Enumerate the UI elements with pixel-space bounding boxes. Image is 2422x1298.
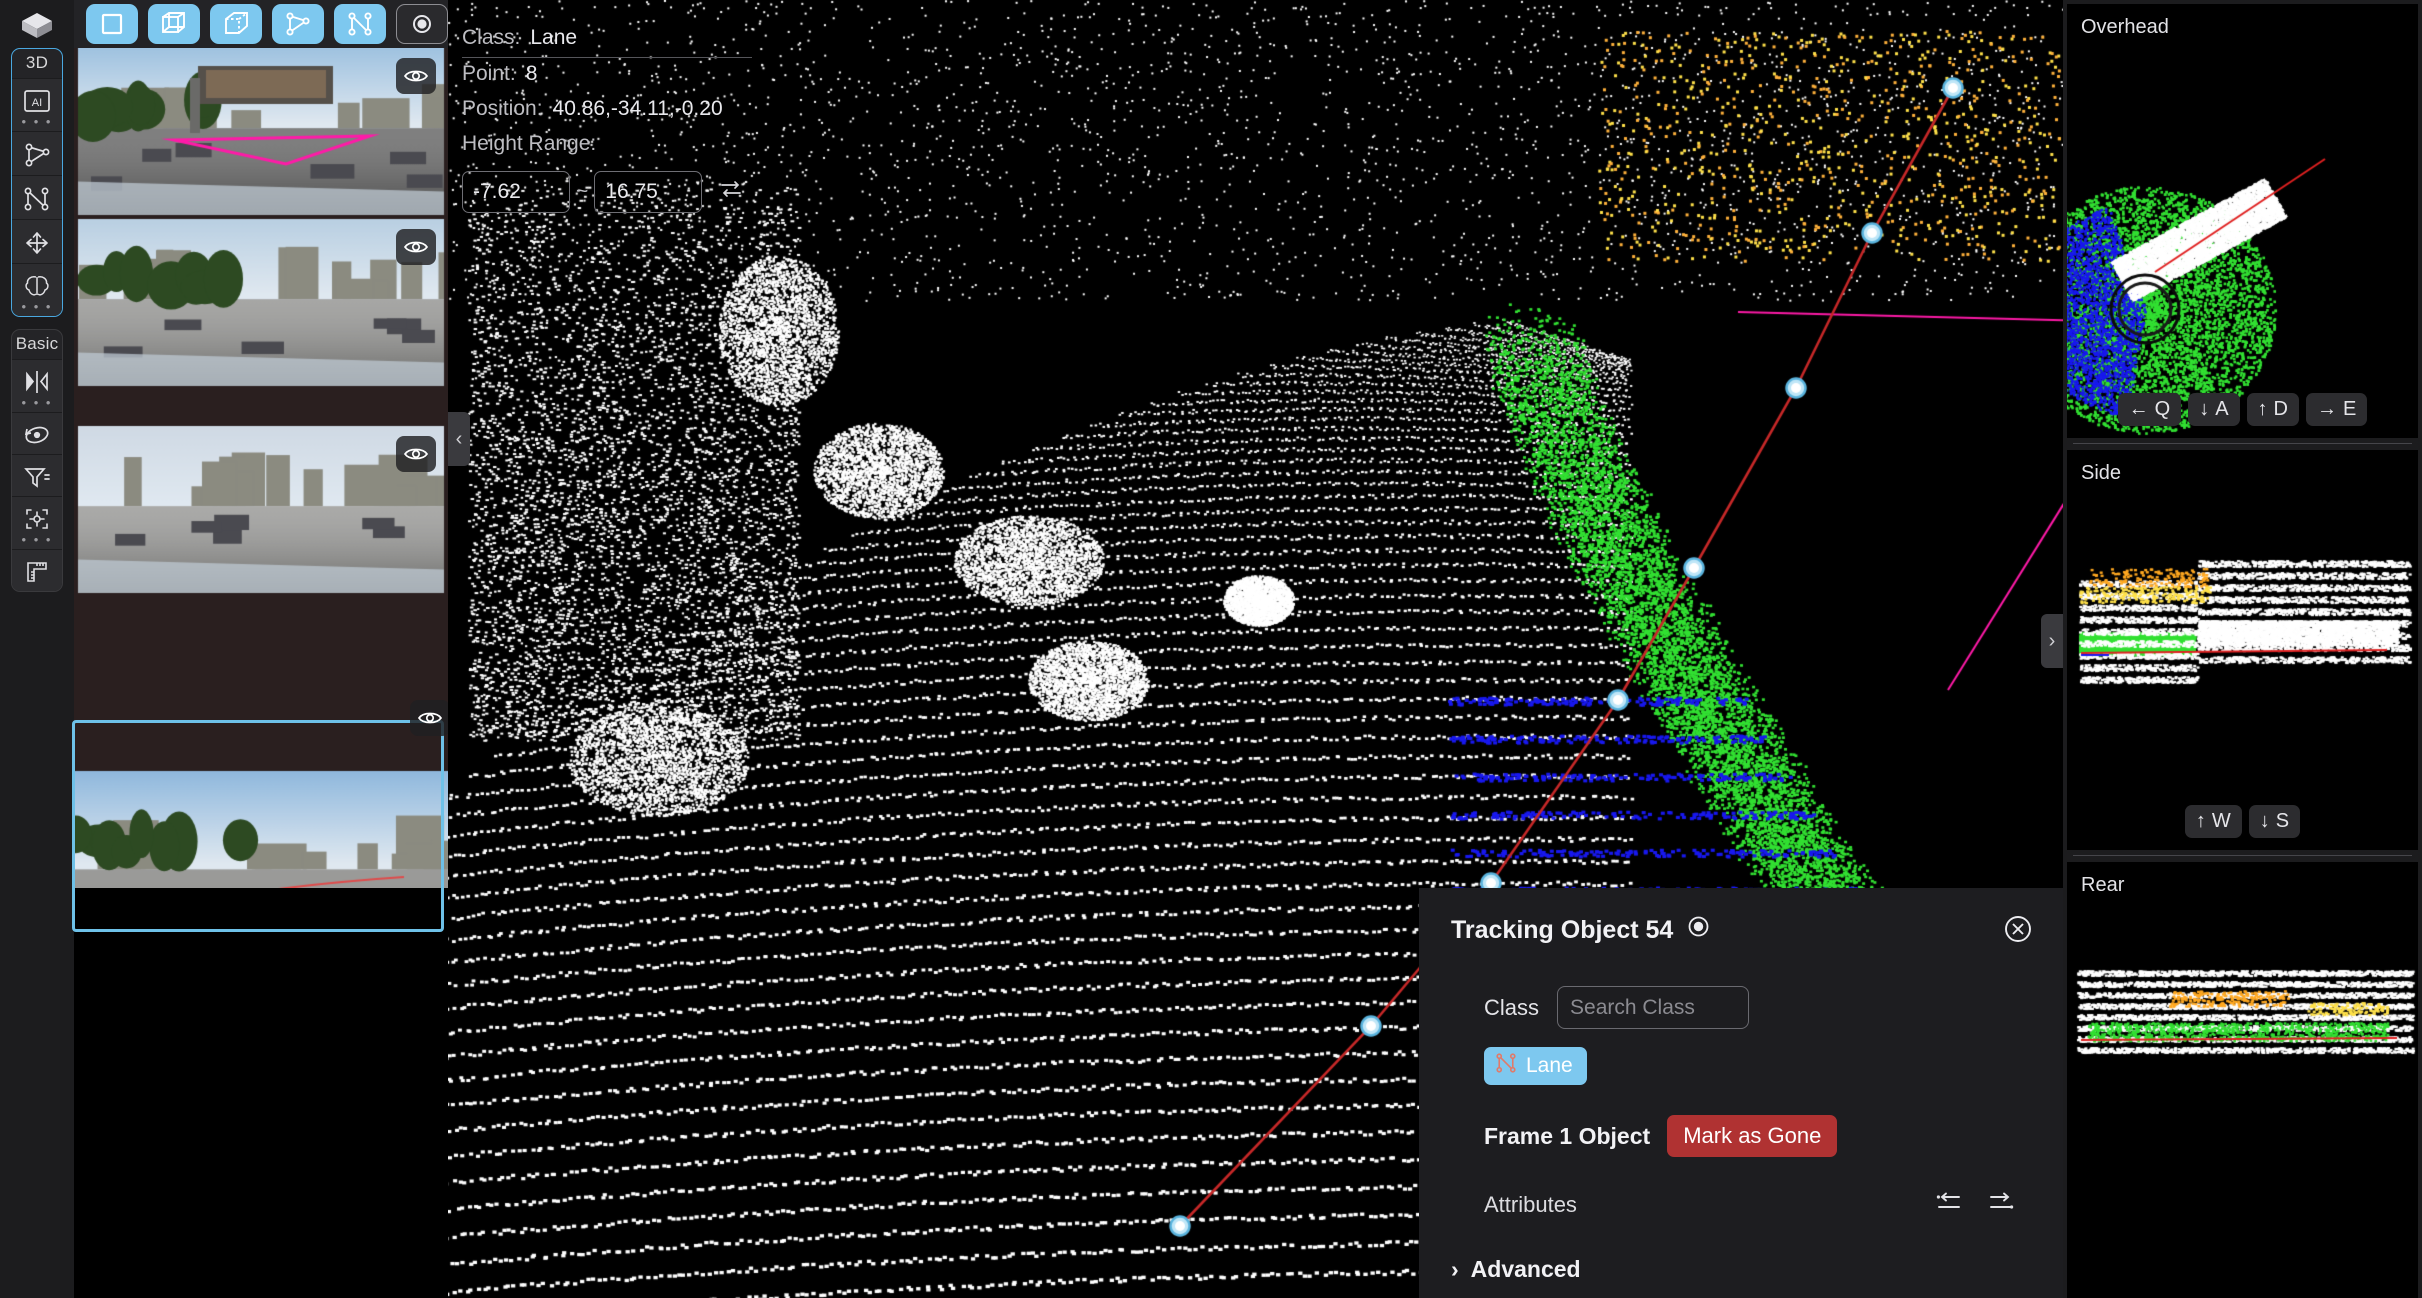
eye-icon[interactable] xyxy=(396,436,436,472)
selection-info-overlay: Class: Lane Point: 8 Position: 40.86,-34… xyxy=(462,22,752,213)
mark-as-gone-button[interactable]: Mark as Gone xyxy=(1667,1115,1838,1157)
camera-front-left[interactable] xyxy=(78,219,444,386)
rear-view-title: Rear xyxy=(2081,874,2125,896)
top-toolbar xyxy=(74,0,449,48)
eye-icon[interactable] xyxy=(410,700,450,736)
key-q[interactable]: ← Q xyxy=(2117,393,2182,426)
info-height-range-row: Height Range: xyxy=(462,128,752,163)
info-position-label: Position: xyxy=(462,97,543,120)
tool-polyline[interactable] xyxy=(333,4,386,44)
class-chip-label: Lane xyxy=(1526,1054,1573,1077)
height-min-input[interactable] xyxy=(462,171,570,213)
collapse-left-icon[interactable] xyxy=(1935,1191,1963,1218)
move-tool[interactable] xyxy=(12,219,62,263)
eye-target-icon[interactable] xyxy=(1686,914,1711,946)
rear-view[interactable]: Rear xyxy=(2067,862,2418,1298)
info-height-range-label: Height Range: xyxy=(462,132,597,155)
tool-polygon[interactable] xyxy=(271,4,324,44)
key-a[interactable]: ↓ A xyxy=(2188,393,2240,426)
polygon-tool[interactable] xyxy=(12,131,62,175)
polyline-icon xyxy=(1494,1052,1518,1080)
close-icon[interactable] xyxy=(2003,914,2033,949)
frame-object-row: Frame 1 Object Mark as Gone xyxy=(1451,1115,2033,1157)
key-s[interactable]: ↓ S xyxy=(2248,805,2301,838)
search-class-input[interactable] xyxy=(1557,986,1750,1029)
attributes-label: Attributes xyxy=(1484,1191,1577,1217)
expand-right-icon[interactable] xyxy=(1987,1191,2015,1218)
camera-thumbnail-list xyxy=(74,48,448,888)
key-e[interactable]: → E xyxy=(2306,393,2368,426)
polyline-tool[interactable] xyxy=(12,175,62,219)
tool-rect-2d[interactable] xyxy=(86,4,138,44)
tool-cuboid[interactable] xyxy=(147,4,200,44)
measure-tool[interactable] xyxy=(12,549,62,591)
attributes-row: Attributes xyxy=(1451,1191,2033,1218)
ai-tool[interactable]: AI • • • xyxy=(12,78,62,131)
info-class-row: Class: Lane xyxy=(462,22,752,58)
rail-group-basic-label: Basic xyxy=(15,334,59,353)
advanced-section-toggle[interactable]: › Advanced xyxy=(1451,1256,2033,1283)
frame-object-label: Frame 1 Object xyxy=(1484,1122,1651,1149)
tool-point[interactable] xyxy=(395,4,449,44)
app-root: 3D AI • • • • • • Basic • • • • • • Clas… xyxy=(0,0,2422,1298)
info-class-label: Class: xyxy=(462,26,521,49)
advanced-label: Advanced xyxy=(1470,1256,1581,1282)
tracking-object-title-row: Tracking Object 54 xyxy=(1451,914,2033,946)
eye-icon[interactable] xyxy=(396,58,436,94)
collapse-right-handle[interactable]: › xyxy=(2041,614,2063,668)
info-position-row: Position: 40.86,-34.11,-0.20 xyxy=(462,93,792,128)
page-title: Tracking Object 54 xyxy=(1451,915,1674,944)
filter-tool[interactable] xyxy=(12,454,62,496)
left-toolbar-rail: 3D AI • • • • • • Basic • • • • • • xyxy=(0,0,74,1298)
rail-group-3d-label: 3D xyxy=(25,53,49,72)
smart-tool-more-icon[interactable]: • • • xyxy=(22,300,53,313)
rail-group-3d: 3D AI • • • • • • xyxy=(11,48,63,317)
range-separator: ~ xyxy=(576,180,589,203)
overhead-view[interactable]: Overhead ← Q ↓ A ↑ D → E xyxy=(2067,4,2418,438)
divider xyxy=(2073,443,2412,444)
cube-logo-icon[interactable] xyxy=(14,6,60,44)
height-max-input[interactable] xyxy=(594,171,703,213)
camera-front-right[interactable] xyxy=(78,426,444,593)
ai-tool-more-icon[interactable]: • • • xyxy=(22,115,53,128)
side-view-keys: ↑ W ↓ S xyxy=(2067,805,2418,838)
info-position-value: 40.86,-34.11,-0.20 xyxy=(552,97,723,120)
class-field-row: Class xyxy=(1451,986,2033,1029)
height-range-controls: ~ xyxy=(462,171,752,213)
side-view[interactable]: Side ↑ W ↓ S xyxy=(2067,450,2418,850)
info-point-label: Point: xyxy=(462,62,516,85)
eye-icon[interactable] xyxy=(396,229,436,265)
class-label: Class xyxy=(1484,994,1540,1020)
rotate-tool[interactable] xyxy=(12,412,62,454)
swap-range-icon[interactable] xyxy=(718,178,744,206)
collapse-left-handle[interactable]: ‹ xyxy=(448,412,470,466)
camera-front[interactable] xyxy=(78,48,444,215)
tool-cuboid-solid[interactable] xyxy=(209,4,262,44)
divider xyxy=(2073,855,2412,856)
svg-text:AI: AI xyxy=(32,97,42,109)
key-d[interactable]: ↑ D xyxy=(2246,393,2299,426)
tracking-object-panel: Tracking Object 54 Class Lane Frame 1 xyxy=(1419,888,2063,1298)
info-class-value: Lane xyxy=(530,26,578,49)
mirror-tool-more-icon[interactable]: • • • xyxy=(22,396,53,409)
class-chip-lane[interactable]: Lane xyxy=(1484,1047,1587,1085)
smart-tool[interactable]: • • • xyxy=(12,263,62,316)
rail-group-basic: Basic • • • • • • xyxy=(11,329,63,592)
mirror-tool[interactable]: • • • xyxy=(12,359,62,412)
focus-tool-more-icon[interactable]: • • • xyxy=(22,533,53,546)
info-point-row: Point: 8 xyxy=(462,58,752,93)
info-point-value: 8 xyxy=(525,62,538,85)
side-view-title: Side xyxy=(2081,462,2122,484)
right-views-panel: Overhead ← Q ↓ A ↑ D → E Side ↑ W ↓ S Rear xyxy=(2063,0,2422,1298)
overhead-view-title: Overhead xyxy=(2081,16,2169,38)
overhead-view-keys: ← Q ↓ A ↑ D → E xyxy=(2067,393,2418,426)
key-w[interactable]: ↑ W xyxy=(2184,805,2242,838)
chevron-right-icon: › xyxy=(1451,1256,1459,1282)
focus-tool[interactable]: • • • xyxy=(12,496,62,549)
